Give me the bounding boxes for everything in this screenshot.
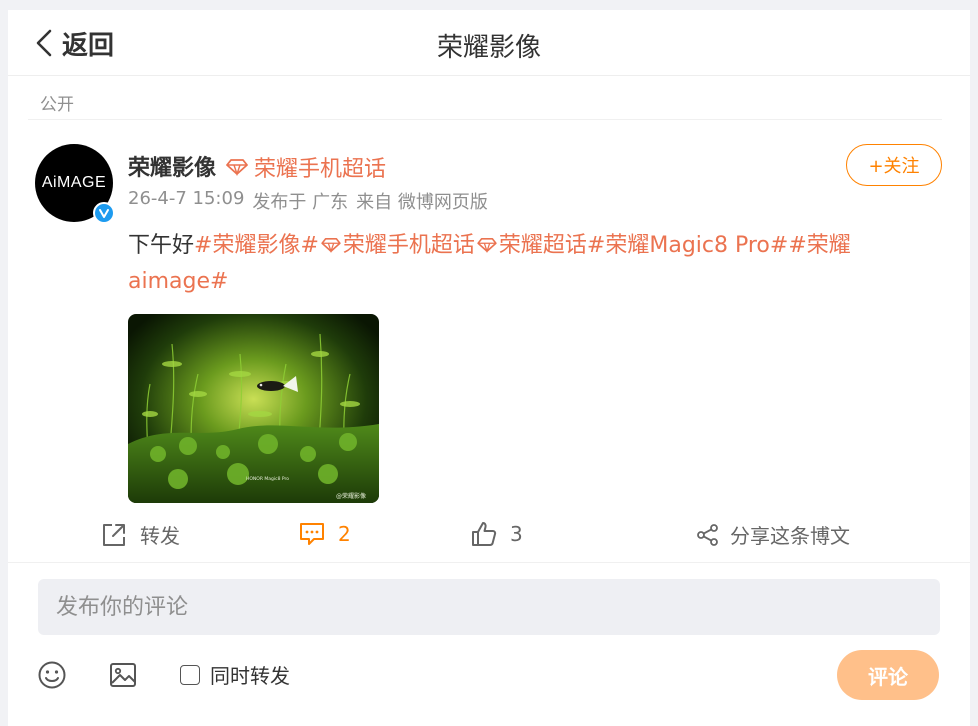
- avatar-logo: AiMAGE: [41, 174, 107, 191]
- diamond-icon: [321, 237, 341, 253]
- supertopic-link[interactable]: 荣耀手机超话: [226, 151, 386, 183]
- share-icon: [697, 523, 718, 546]
- photo-watermark-credit: @荣耀影像: [336, 492, 366, 500]
- image-upload-icon[interactable]: [108, 660, 138, 690]
- post-text: 下午好#荣耀影像# 荣耀手机超话 荣耀超话#荣耀Magic8 Pro##荣耀aima…: [128, 228, 888, 300]
- comment-icon: [300, 523, 324, 545]
- post-meta: 26-4-7 15:09 发布于 广东 来自 微博网页版: [128, 188, 488, 214]
- post-photo[interactable]: HONOR Magic8 Pro @荣耀影像: [128, 314, 379, 503]
- verified-badge-icon: [93, 202, 115, 224]
- top-bar: 返回 荣耀影像: [8, 10, 970, 76]
- submit-comment-button[interactable]: 评论: [837, 650, 939, 700]
- like-count: 3: [510, 522, 523, 546]
- hashtag-link[interactable]: #荣耀影像#: [194, 233, 319, 258]
- repost-also-option: 同时转发: [180, 660, 290, 689]
- visibility-label: 公开: [40, 95, 74, 115]
- share-button[interactable]: 分享这条博文: [696, 520, 850, 549]
- photo-watermark-device: HONOR Magic8 Pro: [246, 476, 289, 482]
- page-title: 荣耀影像: [436, 33, 541, 63]
- repost-also-label[interactable]: 同时转发: [210, 660, 290, 689]
- post-intro: 下午好: [128, 233, 195, 258]
- supertopic-inline-link[interactable]: 荣耀手机超话 荣耀超话: [319, 233, 587, 258]
- emoji-icon[interactable]: [37, 660, 67, 690]
- action-bar: 转发 2 3 分享这条博文: [8, 514, 970, 558]
- divider: [8, 562, 970, 563]
- comment-count: 2: [338, 522, 351, 546]
- post-source: 来自 微博网页版: [356, 192, 488, 213]
- share-label: 分享这条博文: [730, 524, 850, 548]
- diamond-icon: [226, 159, 248, 176]
- divider: [28, 119, 942, 120]
- diamond-icon: [477, 237, 497, 253]
- post-location: 发布于 广东: [252, 192, 349, 213]
- supertopic-label: 荣耀手机超话: [254, 157, 387, 182]
- hashtag-link[interactable]: #荣耀Magic8 Pro#: [587, 233, 788, 258]
- aquarium-photo: HONOR Magic8 Pro @荣耀影像: [128, 314, 379, 503]
- comment-input[interactable]: [38, 579, 940, 635]
- like-button[interactable]: 3: [470, 520, 523, 548]
- follow-button[interactable]: +关注: [846, 144, 942, 186]
- supertopic-inline-suffix: 荣耀超话: [498, 233, 587, 258]
- comment-button[interactable]: 2: [298, 520, 351, 548]
- supertopic-inline-label: 荣耀手机超话: [342, 233, 475, 258]
- thumbs-up-icon: [472, 522, 497, 546]
- repost-icon: [103, 523, 125, 546]
- repost-label: 转发: [140, 524, 180, 548]
- author-name[interactable]: 荣耀影像: [128, 150, 216, 182]
- post-time[interactable]: 26-4-7 15:09: [128, 188, 244, 214]
- repost-also-checkbox[interactable]: [180, 664, 200, 685]
- post-detail-card: 返回 荣耀影像 公开 AiMAGE 荣耀影像 荣耀手机超话 26-4-7 15:…: [8, 10, 970, 726]
- repost-button[interactable]: 转发: [100, 520, 180, 549]
